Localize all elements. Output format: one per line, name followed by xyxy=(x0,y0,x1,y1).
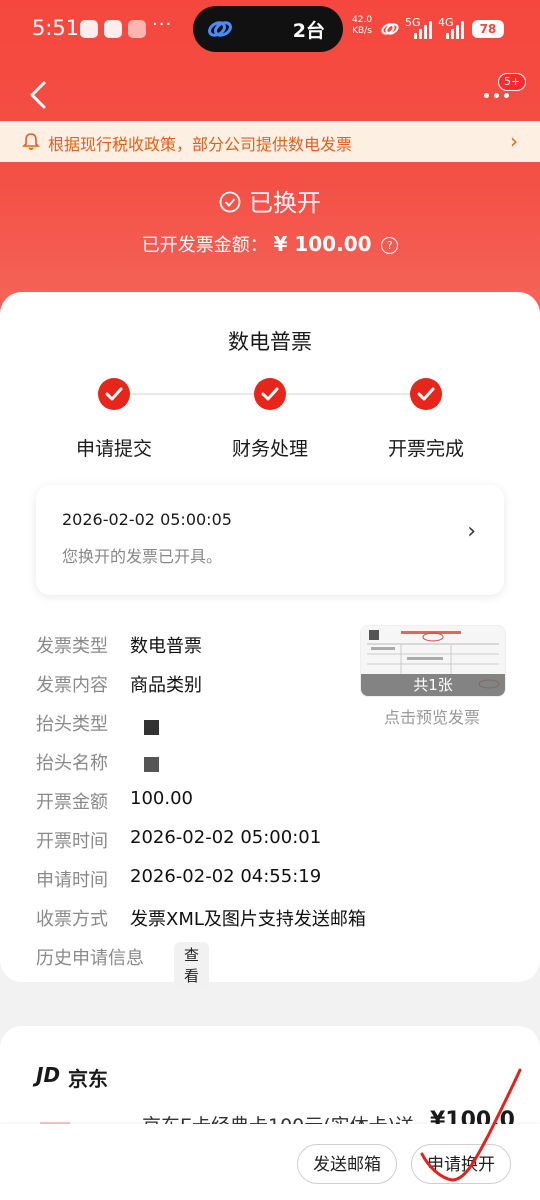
view-history-button[interactable]: 查看 xyxy=(174,942,210,988)
detail-key: 发票内容 xyxy=(36,675,108,696)
preview-caption[interactable]: 点击预览发票 xyxy=(360,704,504,728)
detail-key: 发票类型 xyxy=(36,636,108,657)
step-check-icon xyxy=(410,378,442,410)
message-count-badge: 5+ xyxy=(498,73,527,91)
detail-key: 历史申请信息 xyxy=(36,948,144,969)
invoice-type-title: 数电普票 xyxy=(228,330,312,354)
network-speed-value: 42.0 xyxy=(352,15,373,25)
jd-logo: JD xyxy=(36,1063,61,1087)
app-notification-icon xyxy=(128,20,146,38)
help-icon[interactable]: ? xyxy=(381,237,399,254)
signal-bars-icon xyxy=(414,19,436,39)
step-label-processing: 财务处理 xyxy=(231,438,308,460)
send-email-button[interactable]: 发送邮箱 xyxy=(297,1144,397,1184)
preview-count: 共1张 xyxy=(361,674,505,696)
detail-key: 申请时间 xyxy=(36,870,108,891)
detail-value: 2026-02-02 04:55:19 xyxy=(130,866,322,887)
step-check-icon xyxy=(254,378,286,410)
tax-policy-notice[interactable]: 根据现行税收政策，部分公司提供数电发票 › xyxy=(0,121,540,162)
dynamic-island[interactable]: 2台 xyxy=(193,6,343,52)
status-bar: 5:51 ··· 2台 42.0 KB/s 5G 4G 78 xyxy=(0,0,540,60)
step-label-submitted: 申请提交 xyxy=(75,438,152,460)
redacted-value xyxy=(144,720,159,735)
detail-key: 抬头名称 xyxy=(36,753,108,774)
detail-key: 抬头类型 xyxy=(36,714,108,735)
check-circle-icon xyxy=(219,191,241,213)
battery-indicator: 78 xyxy=(472,20,504,38)
detail-value: 数电普票 xyxy=(130,636,202,657)
invoice-amount: 已开发票金额： ¥ 100.00 ? xyxy=(0,231,540,257)
bell-icon xyxy=(22,133,40,150)
detail-key: 开票时间 xyxy=(36,831,108,852)
back-arrow-icon[interactable] xyxy=(26,78,56,112)
chevron-right-icon: › xyxy=(467,519,476,544)
detail-key: 收票方式 xyxy=(36,909,108,930)
redacted-value xyxy=(144,757,159,772)
hotspot-link-icon xyxy=(381,23,399,35)
chevron-right-icon: › xyxy=(510,129,518,153)
step-check-icon xyxy=(98,378,130,410)
shop-name: 京东 xyxy=(68,1067,108,1091)
status-title: 已换开 xyxy=(249,189,321,217)
amount-value: ¥ 100.00 xyxy=(273,232,372,256)
detail-value: 100.00 xyxy=(130,788,193,809)
detail-value: 发票XML及图片支持发送邮箱 xyxy=(130,909,366,930)
clock: 5:51 xyxy=(32,16,80,40)
island-label: 2台 xyxy=(292,20,325,42)
detail-value: 商品类别 xyxy=(130,675,202,696)
link-icon xyxy=(208,21,232,37)
invoice-preview-thumbnail[interactable]: 共1张 xyxy=(360,625,506,697)
amount-label: 已开发票金额： xyxy=(141,235,268,256)
detail-value: 2026-02-02 05:00:01 xyxy=(130,827,322,848)
app-notification-icon xyxy=(80,20,98,38)
app-notification-icon xyxy=(104,20,122,38)
invoice-card: 数电普票 申请提交 财务处理 开票完成 2026-02-02 05:00:05 … xyxy=(0,292,540,988)
progress-message: 您换开的发票已开具。 xyxy=(62,547,223,566)
network-speed: 42.0 KB/s xyxy=(352,15,372,37)
invoice-status: 已换开 xyxy=(0,183,540,218)
network-speed-unit: KB/s xyxy=(352,26,372,36)
step-label-completed: 开票完成 xyxy=(387,438,464,460)
progress-detail-card[interactable]: 2026-02-02 05:00:05 您换开的发票已开具。 › xyxy=(36,485,504,595)
detail-key: 开票金额 xyxy=(36,792,108,813)
progress-time: 2026-02-02 05:00:05 xyxy=(62,510,232,529)
reissue-invoice-button[interactable]: 申请换开 xyxy=(411,1144,511,1184)
notice-text: 根据现行税收政策，部分公司提供数电发票 xyxy=(48,135,353,154)
bottom-action-bar: 发送邮箱 申请换开 xyxy=(0,1124,540,1200)
signal-bars-icon xyxy=(446,19,468,39)
more-notifications-icon: ··· xyxy=(152,14,173,35)
